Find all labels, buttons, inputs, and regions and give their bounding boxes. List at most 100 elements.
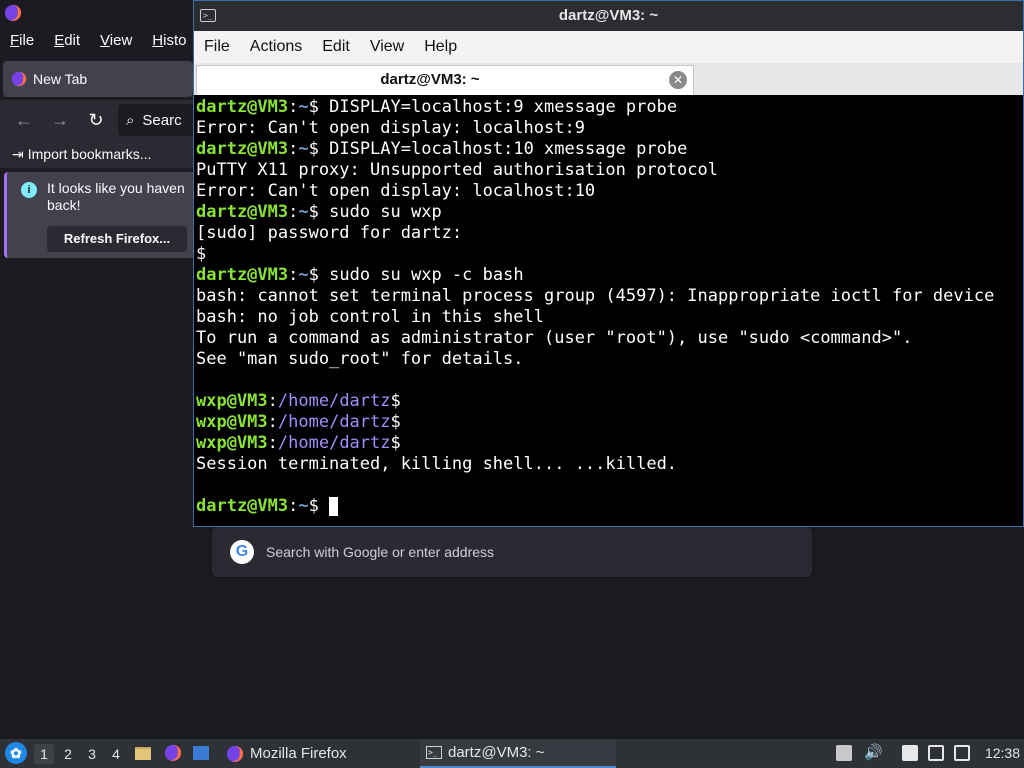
firefox-logo-icon: [4, 4, 22, 22]
terminal-line: dartz@VM3:~$ sudo su wxp -c bash: [196, 265, 524, 285]
prompt-path: ~: [298, 97, 309, 117]
terminal-line: PuTTY X11 proxy: Unsupported authorisati…: [196, 160, 1022, 181]
terminal-line: Session terminated, killing shell... ...…: [196, 454, 1022, 475]
volume-icon[interactable]: 🔊: [864, 745, 883, 761]
terminal-menu-file[interactable]: File: [194, 38, 240, 56]
clock[interactable]: 12:38: [985, 745, 1020, 761]
prompt-path: ~: [298, 265, 309, 285]
terminal-line: Error: Can't open display: localhost:9: [196, 118, 1022, 139]
prompt-symbol: $: [308, 139, 330, 159]
terminal-icon: >_: [426, 746, 442, 759]
notice-message: It looks like you haven back!: [47, 180, 185, 213]
firefox-search-text: Searc: [142, 111, 182, 129]
firefox-menu-edit[interactable]: Edit: [44, 32, 90, 49]
terminal-menu-help[interactable]: Help: [414, 38, 467, 56]
refresh-firefox-button[interactable]: Refresh Firefox...: [47, 226, 187, 252]
terminal-menu-view[interactable]: View: [360, 38, 414, 56]
firefox-menu-file[interactable]: File: [0, 32, 44, 49]
terminal-line: See "man sudo_root" for details.: [196, 349, 1022, 370]
clipboard-icon[interactable]: [902, 745, 918, 761]
firefox-tab-new-tab[interactable]: New Tab: [3, 61, 193, 97]
terminal-output[interactable]: dartz@VM3:~$ DISPLAY=localhost:9 xmessag…: [196, 97, 1022, 525]
search-icon: ⌕: [126, 111, 135, 129]
command-text: sudo su wxp: [329, 202, 442, 222]
close-icon[interactable]: ✕: [669, 71, 687, 89]
prompt-symbol: $: [308, 265, 330, 285]
prompt-user: dartz@VM3: [196, 202, 289, 222]
reload-icon[interactable]: ↻: [86, 110, 106, 130]
terminal-menu-actions[interactable]: Actions: [240, 38, 312, 56]
firefox-icon: [11, 71, 27, 87]
firefox-icon: [226, 745, 244, 762]
prompt-path: ~: [298, 139, 309, 159]
prompt-path: /home/dartz: [277, 433, 391, 453]
workspace-1[interactable]: 1: [34, 744, 54, 764]
terminal-line: [sudo] password for dartz:: [196, 223, 1022, 244]
prompt-user: wxp@VM3: [196, 412, 268, 432]
terminal-line: bash: no job control in this shell: [196, 307, 1022, 328]
firefox-launcher-icon[interactable]: [164, 744, 182, 762]
terminal-titlebar[interactable]: >_ dartz@VM3: ~: [194, 1, 1023, 31]
start-menu-icon[interactable]: ✿: [5, 742, 27, 764]
workspace-4[interactable]: 4: [106, 744, 126, 764]
updates-icon[interactable]: [836, 745, 852, 761]
prompt-user: wxp@VM3: [196, 433, 268, 453]
terminal-line: Error: Can't open display: localhost:10: [196, 181, 1022, 202]
terminal-window-title: dartz@VM3: ~: [558, 7, 659, 24]
output-text: PuTTY X11 proxy: Unsupported authorisati…: [196, 160, 718, 180]
terminal-line: bash: cannot set terminal process group …: [196, 286, 1022, 307]
info-icon: i: [21, 182, 37, 198]
task-label-terminal: dartz@VM3: ~: [448, 744, 545, 761]
prompt-path: ~: [298, 496, 309, 516]
back-arrow-icon[interactable]: ←: [14, 110, 34, 130]
terminal-line: dartz@VM3:~$ DISPLAY=localhost:9 xmessag…: [196, 97, 678, 117]
output-text: Error: Can't open display: localhost:9: [196, 118, 585, 138]
file-manager-icon[interactable]: [134, 744, 152, 762]
prompt-user: dartz@VM3: [196, 265, 289, 285]
firefox-tab-label: New Tab: [33, 71, 88, 87]
prompt-user: dartz@VM3: [196, 97, 289, 117]
terminal-line: dartz@VM3:~$ sudo su wxp: [196, 202, 442, 222]
terminal-menu-edit[interactable]: Edit: [312, 38, 360, 56]
workspace-3[interactable]: 3: [82, 744, 102, 764]
workspace-2[interactable]: 2: [58, 744, 78, 764]
output-text: [sudo] password for dartz:: [196, 223, 463, 243]
terminal-launcher-icon[interactable]: [192, 744, 210, 762]
prompt-path: ~: [298, 202, 309, 222]
forward-arrow-icon[interactable]: →: [50, 110, 70, 130]
firefox-menu-history[interactable]: Histo: [142, 32, 196, 49]
prompt-symbol: $: [308, 202, 330, 222]
task-terminal[interactable]: >_ dartz@VM3: ~: [420, 739, 616, 768]
google-logo-icon: G: [230, 540, 254, 564]
import-bookmarks-link[interactable]: Import bookmarks...: [28, 146, 152, 162]
urlbar-placeholder: Search with Google or enter address: [266, 544, 495, 560]
taskbar: ✿ 1 2 3 4 Mozilla Firefox >_ dartz@VM3: …: [0, 738, 1024, 768]
terminal-line: wxp@VM3:/home/dartz$: [196, 412, 401, 432]
text-cursor: [329, 497, 339, 516]
prompt-symbol: $: [308, 97, 330, 117]
output-text: See "man sudo_root" for details.: [196, 349, 524, 369]
prompt-path: /home/dartz: [277, 412, 391, 432]
firefox-refresh-notice: i It looks like you haven back! Refresh …: [4, 172, 200, 258]
terminal-line: wxp@VM3:/home/dartz$: [196, 391, 401, 411]
terminal-line: dartz@VM3:~$: [196, 496, 1022, 517]
network-icon[interactable]: [928, 745, 944, 761]
terminal-tab[interactable]: dartz@VM3: ~ ✕: [196, 65, 694, 95]
terminal-window: >_ dartz@VM3: ~ File Actions Edit View H…: [193, 0, 1024, 527]
command-text: sudo su wxp -c bash: [329, 265, 524, 285]
terminal-tab-label: dartz@VM3: ~: [380, 71, 480, 88]
command-text: DISPLAY=localhost:10 xmessage probe: [329, 139, 688, 159]
terminal-line: dartz@VM3:~$ DISPLAY=localhost:10 xmessa…: [196, 139, 688, 159]
task-mozilla-firefox[interactable]: Mozilla Firefox: [220, 739, 410, 768]
output-text: Session terminated, killing shell... ...…: [196, 454, 678, 474]
notifications-icon[interactable]: [954, 745, 970, 761]
terminal-tabbar: dartz@VM3: ~ ✕: [194, 63, 1023, 95]
firefox-menu-view[interactable]: View: [90, 32, 142, 49]
google-search-input[interactable]: G Search with Google or enter address: [212, 527, 812, 577]
terminal-line: wxp@VM3:/home/dartz$: [196, 433, 401, 453]
prompt-symbol: $: [390, 433, 401, 453]
task-label-firefox: Mozilla Firefox: [250, 745, 347, 762]
output-text: To run a command as administrator (user …: [196, 328, 913, 348]
